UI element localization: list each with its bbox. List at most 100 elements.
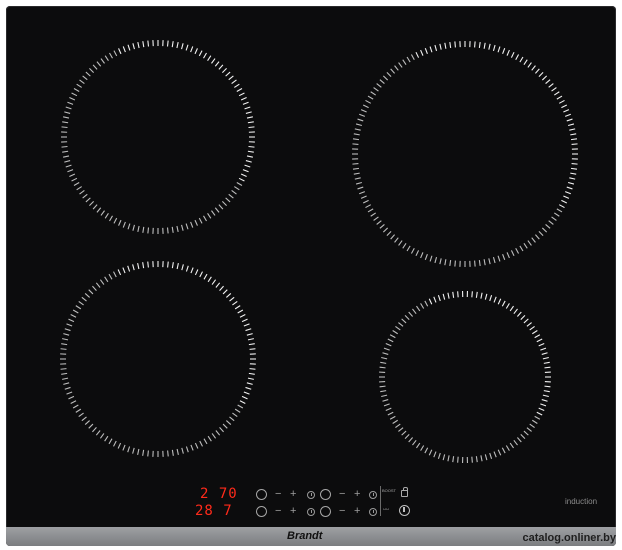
zone-tick	[527, 62, 532, 68]
zone-tick	[78, 412, 84, 418]
booster-button[interactable]: BOOST	[382, 489, 396, 499]
zone-tick	[492, 44, 496, 52]
zone-tick	[439, 258, 442, 265]
minus-button-1[interactable]: −	[275, 489, 281, 500]
zone-tick	[571, 163, 578, 165]
zone-tick	[513, 440, 518, 446]
zone-tick	[234, 305, 241, 310]
zone-tick	[444, 42, 447, 49]
zone-tick	[215, 430, 221, 436]
zone-tick	[553, 91, 560, 96]
zone-tick	[556, 208, 563, 213]
zone-tick	[127, 44, 131, 51]
zone-tick	[510, 250, 515, 257]
zone-select-button-3[interactable]	[256, 506, 267, 517]
zone-tick	[570, 172, 577, 175]
zone-tick	[85, 197, 91, 203]
zone-tick	[567, 181, 575, 185]
zone-tick	[352, 163, 359, 165]
zone-tick	[475, 291, 478, 298]
timer-icon-4[interactable]	[369, 508, 377, 516]
zone-tick	[515, 247, 520, 254]
zone-tick	[241, 395, 248, 400]
zone-tick	[132, 264, 135, 271]
zone-tick	[207, 435, 212, 442]
zone-tick	[248, 343, 255, 346]
zone-tick	[434, 256, 438, 264]
minus-button-2[interactable]: −	[339, 489, 345, 500]
zone-tick	[248, 126, 255, 129]
zone-tick	[569, 128, 576, 131]
zone-tick	[247, 377, 254, 380]
minus-button-4[interactable]: −	[339, 506, 345, 517]
zone-tick	[532, 419, 538, 424]
zone-tick	[471, 291, 473, 298]
zone-tick	[142, 226, 145, 233]
zone-tick	[489, 295, 493, 302]
zone-tick	[96, 61, 102, 67]
plus-button-1[interactable]: +	[290, 489, 296, 500]
zone-tick	[245, 111, 252, 114]
zone-select-button-4[interactable]	[320, 506, 331, 517]
power-icon[interactable]	[399, 505, 410, 516]
zone-tick	[118, 48, 122, 55]
zone-tick	[61, 126, 68, 129]
zone-tick	[428, 298, 433, 305]
zone-tick	[171, 226, 174, 233]
keep-warm-icon[interactable]: ᵕᵕ	[383, 505, 389, 514]
zone-tick	[497, 255, 501, 262]
zone-tick	[225, 197, 231, 203]
zone-tick	[109, 52, 113, 59]
zone-tick	[523, 430, 529, 436]
zone-tick	[365, 204, 372, 209]
zone-tick	[357, 186, 364, 190]
zone-tick	[127, 265, 131, 272]
lock-icon[interactable]	[401, 487, 408, 497]
zone-tick	[408, 311, 414, 317]
zone-tick	[73, 182, 80, 186]
zone-tick	[237, 309, 244, 314]
zone-select-button-1[interactable]	[256, 489, 267, 500]
zone-tick	[65, 106, 72, 110]
zone-tick	[85, 71, 91, 77]
zone-tick	[99, 433, 105, 439]
zone-tick	[570, 133, 577, 136]
zone-tick	[142, 41, 145, 48]
zone-tick	[137, 448, 140, 455]
plus-button-2[interactable]: +	[354, 489, 360, 500]
timer-icon-2[interactable]	[369, 491, 377, 499]
plus-button-4[interactable]: +	[354, 506, 360, 517]
zone-tick	[243, 391, 250, 395]
zone-tick	[540, 403, 547, 407]
zone-select-button-2[interactable]	[320, 489, 331, 500]
zone-tick	[63, 382, 70, 385]
zone-tick	[420, 252, 424, 259]
plus-button-3[interactable]: +	[290, 506, 296, 517]
zone-tick	[219, 427, 224, 433]
zone-tick	[359, 191, 366, 195]
zone-tick	[536, 338, 543, 343]
zone-tick	[64, 386, 71, 390]
zone-tick	[249, 368, 256, 370]
minus-button-3[interactable]: −	[275, 506, 281, 517]
zone-tick	[71, 92, 78, 97]
timer-icon-3[interactable]	[307, 508, 315, 516]
zone-tick	[449, 259, 452, 267]
zone-tick	[542, 394, 549, 398]
timer-icon-1[interactable]	[307, 491, 315, 499]
zone-tick	[75, 305, 82, 310]
zone-tick	[480, 292, 483, 299]
zone-tick	[408, 437, 414, 443]
zone-tick	[563, 109, 570, 113]
control-divider	[380, 486, 381, 516]
zone-tick	[478, 41, 481, 49]
zone-tick	[355, 123, 363, 127]
zone-tick	[548, 83, 554, 88]
zone-tick	[63, 155, 70, 158]
zone-tick	[561, 199, 568, 204]
zone-tick	[543, 361, 550, 364]
zone-tick	[236, 88, 243, 92]
zone-tick	[420, 49, 424, 56]
zone-tick	[219, 285, 224, 291]
zone-tick	[387, 338, 394, 343]
